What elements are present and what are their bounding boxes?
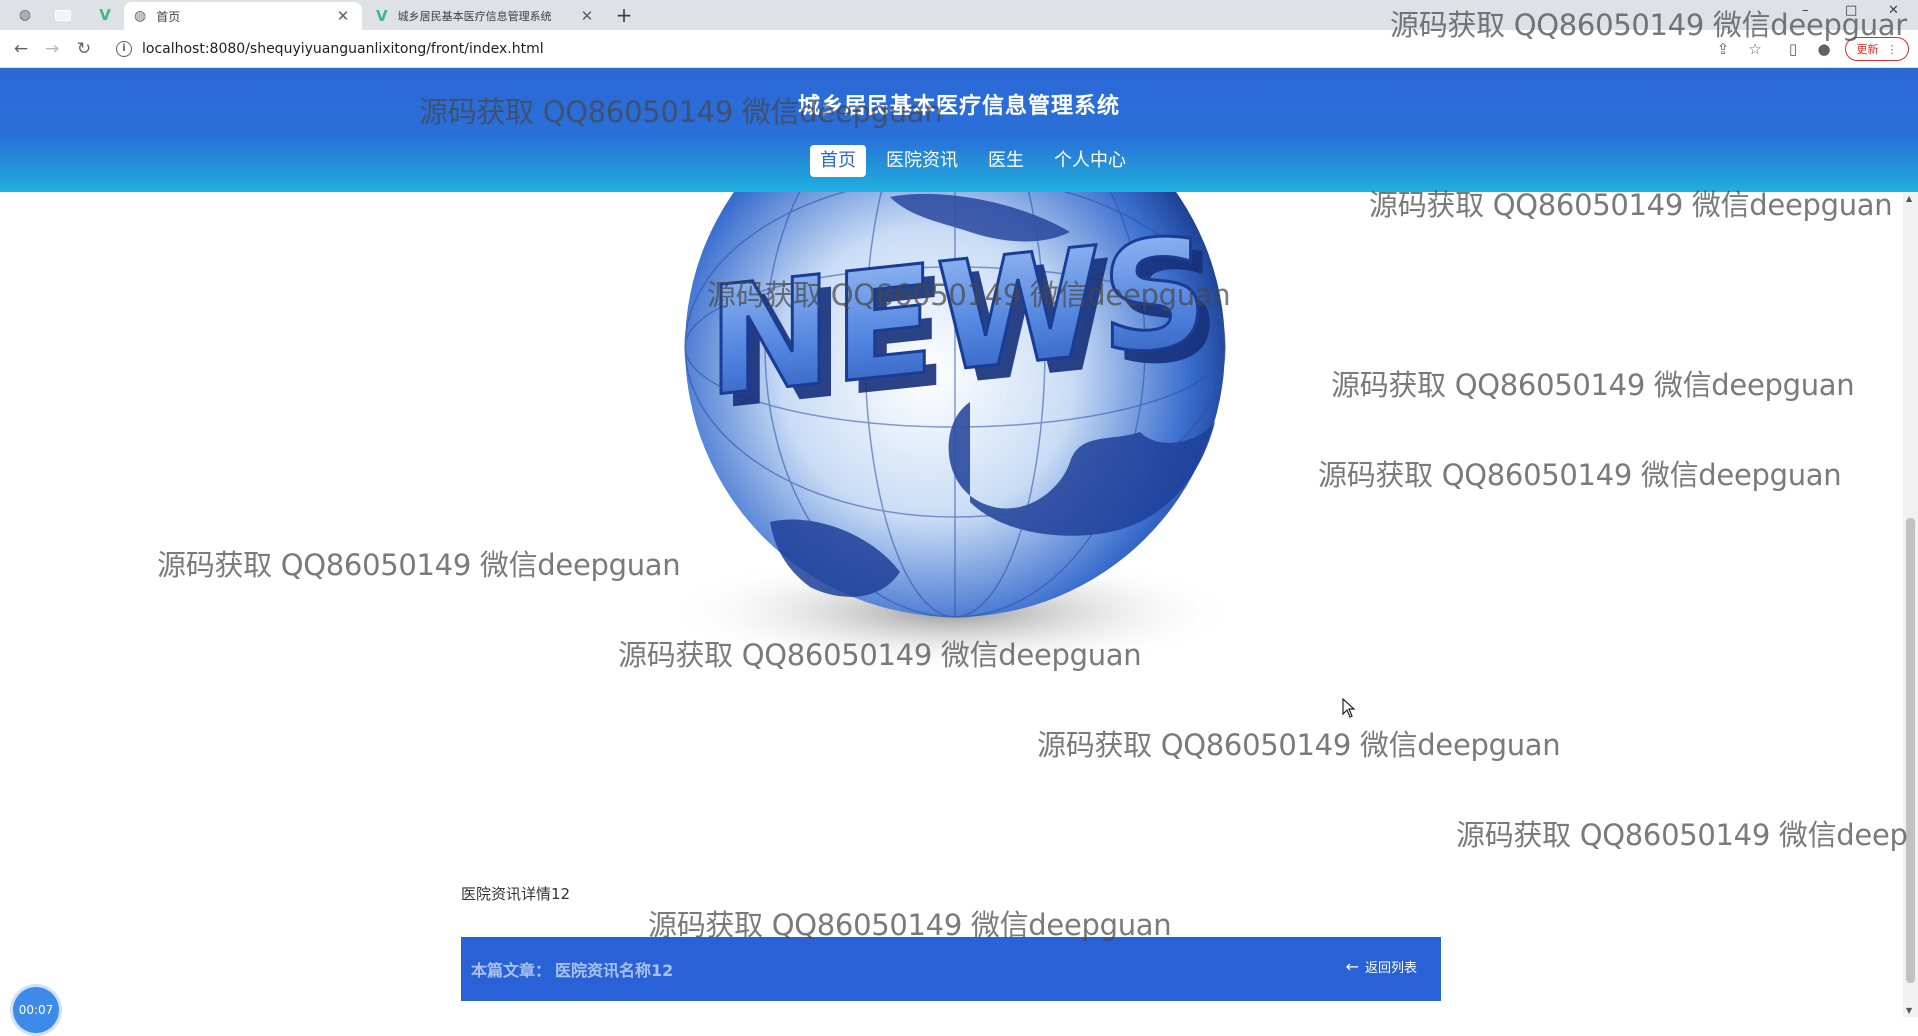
- tab-title: 首页: [156, 9, 181, 24]
- reload-icon[interactable]: ↻: [71, 36, 97, 62]
- tab-title: 城乡居民基本医疗信息管理系统: [397, 10, 552, 23]
- recording-timer[interactable]: 00:07: [13, 987, 59, 1033]
- share-icon[interactable]: ⇪: [1712, 38, 1734, 60]
- update-button[interactable]: 更新 ⋮: [1845, 37, 1909, 61]
- main-nav: 首页 医院资讯 医生 个人中心: [0, 145, 1918, 177]
- page-scrollbar[interactable]: ▲ ▼: [1903, 192, 1918, 1017]
- back-to-list-label: 返回列表: [1364, 961, 1417, 976]
- article-name: 医院资讯名称12: [555, 961, 674, 980]
- pinned-tab-vue-icon[interactable]: V: [92, 4, 118, 26]
- scroll-up-icon[interactable]: ▲: [1906, 194, 1912, 203]
- more-menu-icon: ⋮: [1886, 42, 1898, 56]
- detail-heading: 医院资讯详情12: [461, 885, 571, 903]
- url-text: localhost:8080/shequyiyuanguanlixitong/f…: [142, 41, 544, 57]
- pinned-tab-globe-icon[interactable]: ◍: [12, 4, 38, 26]
- watermark-text: 源码获取 QQ86050149 微信deepguan: [1331, 368, 1855, 402]
- watermark-text: 源码获取 QQ86050149 微信deepguan: [157, 548, 681, 582]
- site-info-icon[interactable]: i: [116, 41, 132, 57]
- watermark-text: 源码获取 QQ86050149 微信deepguan: [1037, 728, 1561, 762]
- forward-arrow-icon[interactable]: →: [39, 36, 65, 62]
- watermark-text: 源码获取 QQ86050149 微信deep: [1456, 818, 1908, 852]
- bookmark-star-icon[interactable]: ☆: [1744, 38, 1766, 60]
- nav-item-hospital-news[interactable]: 医院资讯: [876, 145, 968, 177]
- nav-item-personal-center[interactable]: 个人中心: [1044, 145, 1136, 177]
- profile-avatar-icon[interactable]: ●: [1813, 38, 1835, 60]
- article-bar: 本篇文章： 医院资讯名称12 ← 返回列表: [461, 937, 1441, 1001]
- tab-home[interactable]: ◍ 首页 ✕: [124, 2, 362, 30]
- site-header: 城乡居民基本医疗信息管理系统 首页 医院资讯 医生 个人中心: [0, 68, 1918, 192]
- arrow-left-icon: ←: [1345, 957, 1359, 976]
- browser-tab-strip: ◍ V ◍ 首页 ✕ V 城乡居民基本医疗信息管理系统 ✕ + – □ ✕: [0, 0, 1918, 30]
- new-tab-button[interactable]: +: [612, 4, 636, 26]
- nav-item-doctor[interactable]: 医生: [978, 145, 1034, 177]
- browser-toolbar: ← → ↻ i localhost:8080/shequyiyuanguanli…: [0, 30, 1918, 68]
- watermark-text: 源码获取 QQ86050149 微信deepguan: [1318, 458, 1842, 492]
- article-prefix: 本篇文章：: [471, 961, 552, 980]
- mouse-cursor-icon: [1342, 698, 1356, 718]
- address-bar[interactable]: i localhost:8080/shequyiyuanguanlixitong…: [106, 34, 1718, 64]
- back-arrow-icon[interactable]: ←: [8, 36, 34, 62]
- close-icon[interactable]: ✕: [334, 7, 352, 25]
- close-icon[interactable]: ✕: [578, 7, 596, 25]
- vue-logo-icon: V: [376, 7, 388, 25]
- scroll-thumb[interactable]: [1906, 518, 1915, 983]
- site-title: 城乡居民基本医疗信息管理系统: [797, 94, 1120, 119]
- back-to-list-button[interactable]: ← 返回列表: [1346, 957, 1417, 976]
- maximize-button[interactable]: □: [1845, 3, 1857, 18]
- side-panel-icon[interactable]: ▯: [1782, 38, 1804, 60]
- globe-icon: ◍: [134, 8, 147, 24]
- scroll-down-icon[interactable]: ▼: [1906, 1006, 1912, 1015]
- news-globe-image: NEWS NEWS: [662, 192, 1242, 672]
- minimize-button[interactable]: –: [1802, 3, 1809, 18]
- pinned-tab-blank-icon[interactable]: [50, 4, 76, 26]
- tab-system[interactable]: V 城乡居民基本医疗信息管理系统 ✕: [366, 2, 606, 30]
- nav-item-home[interactable]: 首页: [810, 145, 866, 177]
- update-label: 更新: [1856, 43, 1879, 56]
- close-window-button[interactable]: ✕: [1888, 3, 1899, 18]
